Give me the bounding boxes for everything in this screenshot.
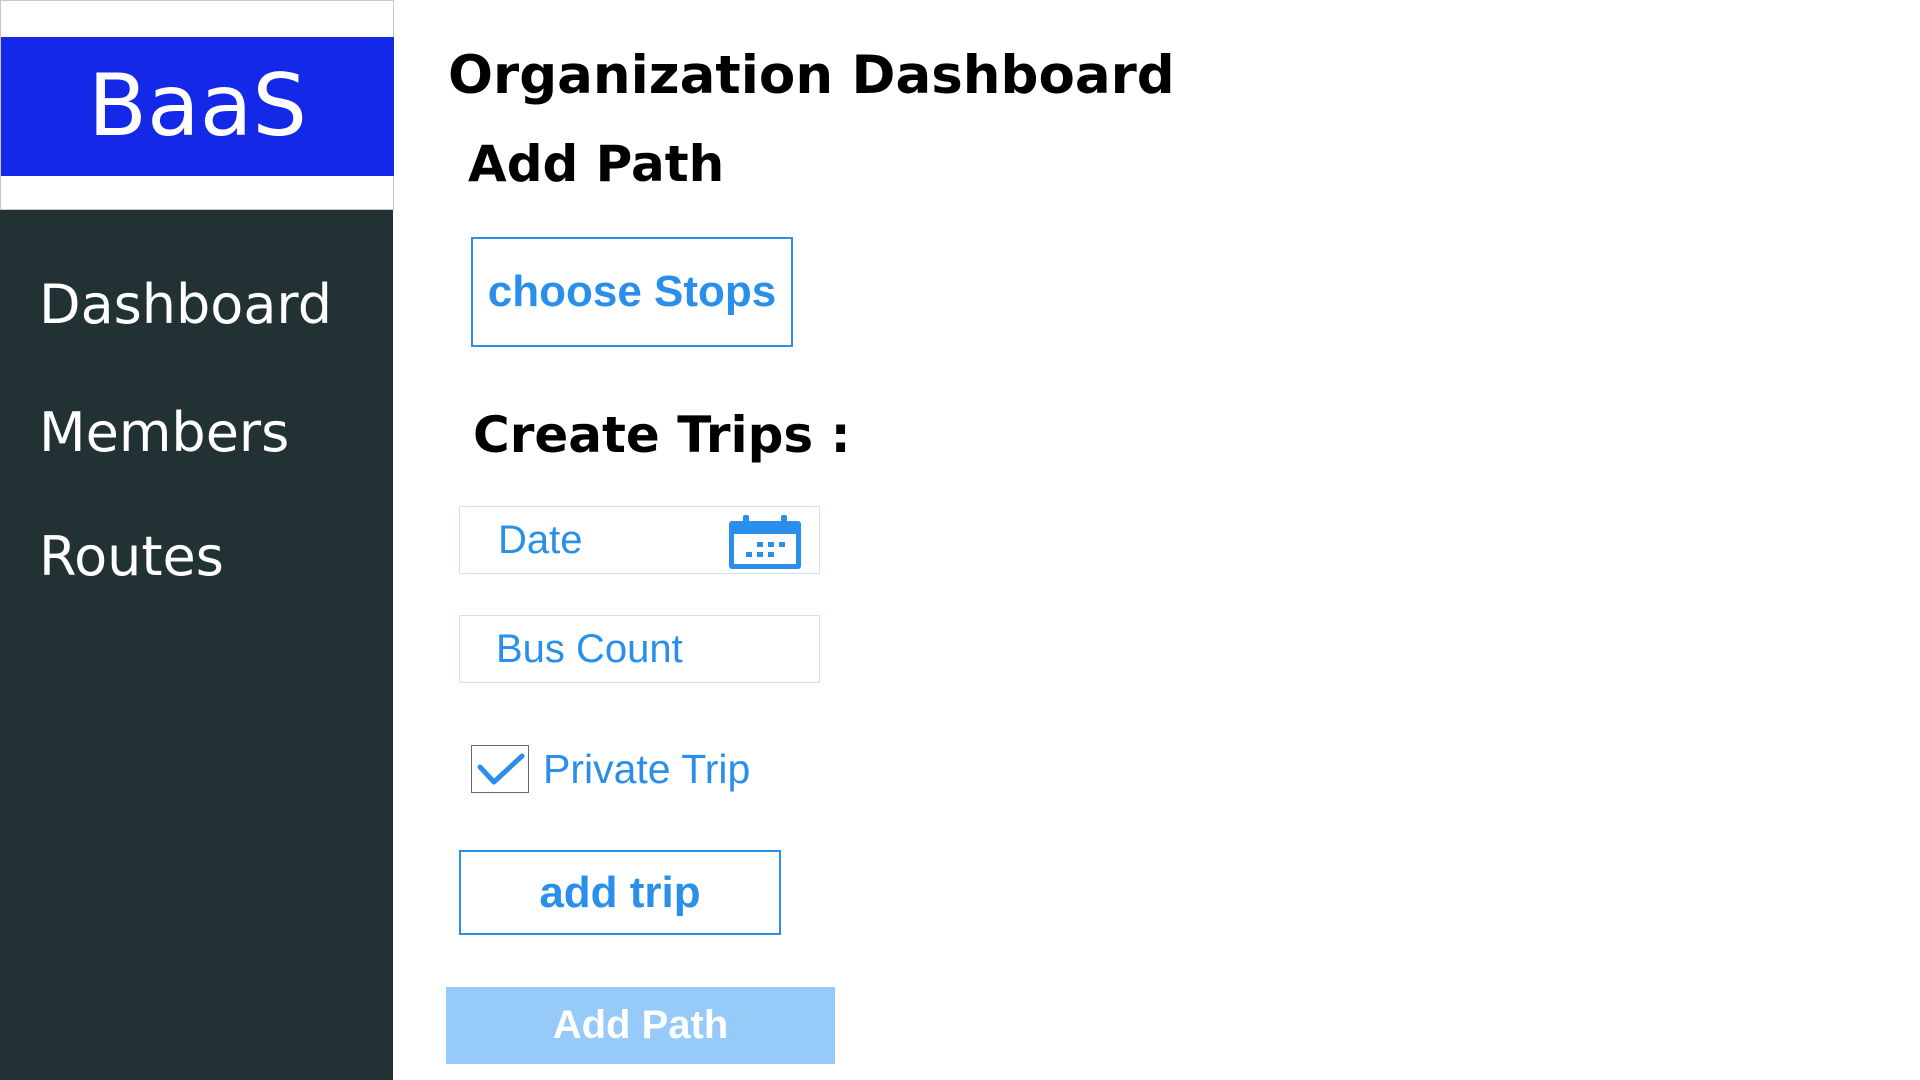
private-trip-label: Private Trip xyxy=(543,745,751,792)
calendar-icon[interactable] xyxy=(729,515,801,569)
brand-header: BaaS xyxy=(0,0,394,210)
sidebar: BaaS Dashboard Members Routes xyxy=(0,0,394,1080)
add-path-heading: Add Path xyxy=(468,135,725,193)
sidebar-item-members[interactable]: Members xyxy=(39,401,289,465)
private-trip-option[interactable]: Private Trip xyxy=(471,745,750,793)
sidebar-item-routes[interactable]: Routes xyxy=(39,525,224,589)
date-field[interactable]: Date xyxy=(459,506,820,574)
add-trip-button[interactable]: add trip xyxy=(459,850,781,935)
page-title: Organization Dashboard xyxy=(448,45,1175,106)
checkmark-icon xyxy=(477,753,525,785)
sidebar-item-dashboard[interactable]: Dashboard xyxy=(39,273,332,337)
bus-count-placeholder: Bus Count xyxy=(496,626,683,671)
brand-logo: BaaS xyxy=(1,37,394,176)
choose-stops-button[interactable]: choose Stops xyxy=(471,237,793,347)
bus-count-field[interactable]: Bus Count xyxy=(459,615,820,683)
create-trips-heading: Create Trips : xyxy=(473,406,851,464)
add-path-button[interactable]: Add Path xyxy=(446,987,835,1064)
date-placeholder: Date xyxy=(498,517,583,562)
private-trip-checkbox[interactable] xyxy=(471,745,529,793)
